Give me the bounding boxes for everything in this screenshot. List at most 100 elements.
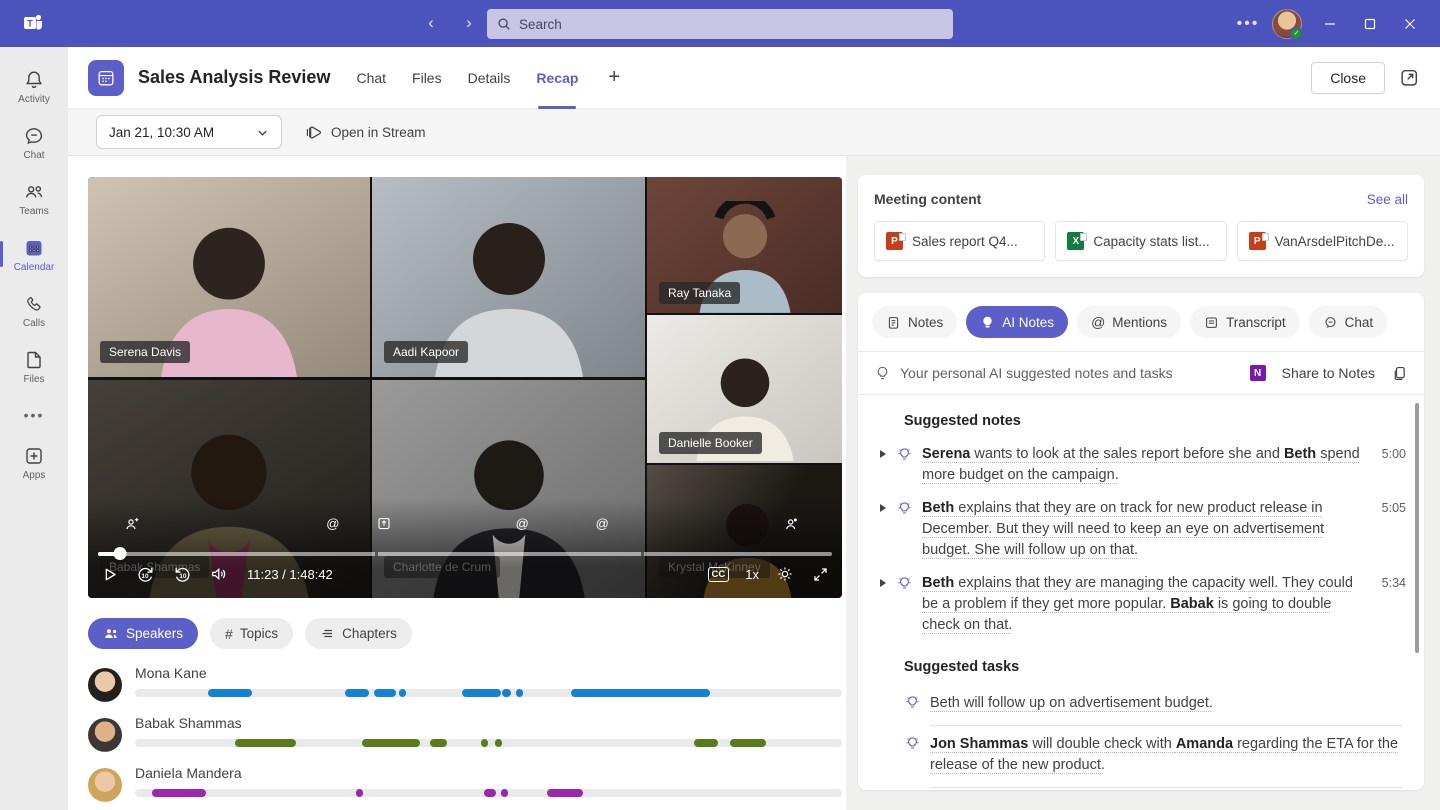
- note-timestamp[interactable]: 5:00: [1364, 447, 1406, 461]
- note-timestamp[interactable]: 5:34: [1364, 576, 1406, 590]
- sidebar-item-calls[interactable]: Calls: [0, 283, 68, 339]
- filter-chapters[interactable]: Chapters: [305, 618, 412, 649]
- play-button[interactable]: [100, 565, 119, 584]
- timeline-segment: [694, 739, 718, 747]
- onenote-icon: N: [1250, 365, 1266, 381]
- expand-caret-icon[interactable]: [880, 579, 896, 587]
- person-marker-icon[interactable]: [783, 516, 799, 532]
- copy-icon[interactable]: [1391, 365, 1408, 382]
- expand-caret-icon[interactable]: [880, 504, 896, 512]
- video-tile-danielle[interactable]: Danielle Booker: [647, 315, 842, 463]
- meeting-calendar-icon: [88, 60, 124, 96]
- close-button[interactable]: Close: [1311, 62, 1385, 94]
- suggested-notes-title: Suggested notes: [904, 413, 1406, 429]
- hash-icon: #: [225, 626, 233, 642]
- participant-name: Danielle Booker: [659, 432, 762, 454]
- sidebar-item-files[interactable]: Files: [0, 339, 68, 395]
- teams-people-icon: [23, 181, 45, 203]
- tab-chat[interactable]: Chat: [1309, 306, 1388, 338]
- tab-recap[interactable]: Recap: [536, 47, 578, 109]
- speaker-name: Babak Shammas: [135, 715, 842, 731]
- mention-marker-icon[interactable]: @: [596, 516, 609, 531]
- tab-details[interactable]: Details: [468, 47, 511, 109]
- open-in-stream-button[interactable]: Open in Stream: [304, 123, 426, 142]
- volume-icon[interactable]: [209, 564, 229, 584]
- tab-ai-notes[interactable]: AI Notes: [966, 306, 1068, 338]
- add-tab-button[interactable]: +: [608, 66, 620, 89]
- more-horizontal-icon: •••: [24, 407, 45, 423]
- timeline-segment: [235, 739, 297, 747]
- timeline-segment: [502, 689, 511, 697]
- video-tile-ray[interactable]: Ray Tanaka: [647, 177, 842, 313]
- sidebar-item-chat[interactable]: Chat: [0, 115, 68, 171]
- participant-name: Serena Davis: [100, 341, 190, 363]
- tab-transcript[interactable]: Transcript: [1190, 306, 1300, 338]
- popout-icon[interactable]: [1399, 67, 1420, 88]
- share-marker-icon[interactable]: [376, 516, 391, 531]
- suggested-task: Jon Shammas will double check with Amand…: [874, 726, 1406, 788]
- sidebar-item-more[interactable]: •••: [0, 395, 68, 435]
- captions-button[interactable]: CC: [708, 567, 730, 582]
- filter-speakers[interactable]: Speakers: [88, 618, 198, 649]
- presence-available-icon: ✓: [1290, 27, 1303, 40]
- nav-forward-button[interactable]: ›: [456, 10, 482, 36]
- timeline-segment: [345, 689, 369, 697]
- file-chip[interactable]: P Sales report Q4...: [874, 221, 1045, 261]
- timeline-segment: [362, 739, 420, 747]
- search-icon: [497, 17, 511, 31]
- file-chip[interactable]: P VanArsdelPitchDe...: [1237, 221, 1408, 261]
- nav-back-button[interactable]: ‹: [418, 10, 444, 36]
- sidebar-item-calendar[interactable]: Calendar: [0, 227, 68, 283]
- timeline-segment: [730, 739, 767, 747]
- stream-icon: [304, 123, 323, 142]
- file-icon: [23, 349, 45, 371]
- timeline-segment: [516, 689, 523, 697]
- tab-mentions[interactable]: @ Mentions: [1077, 306, 1181, 338]
- apps-plus-icon: [23, 445, 45, 467]
- transcript-icon: [1204, 315, 1219, 330]
- sidebar-item-apps[interactable]: Apps: [0, 435, 68, 491]
- fullscreen-icon[interactable]: [811, 565, 830, 584]
- sidebar-item-activity[interactable]: Activity: [0, 59, 68, 115]
- sidebar-item-teams[interactable]: Teams: [0, 171, 68, 227]
- mention-marker-icon[interactable]: @: [516, 516, 529, 531]
- speaker-timeline-track[interactable]: [135, 789, 842, 797]
- playback-speed-button[interactable]: 1x: [745, 567, 759, 582]
- speaker-row: Mona Kane: [88, 665, 842, 702]
- bulb-icon: [980, 315, 995, 330]
- person-add-marker-icon[interactable]: [124, 516, 140, 532]
- video-tile-aadi[interactable]: Aadi Kapoor: [372, 177, 645, 377]
- speaker-timeline-track[interactable]: [135, 689, 842, 697]
- maximize-button[interactable]: [1350, 0, 1390, 47]
- player-settings-icon[interactable]: [775, 564, 795, 584]
- speaker-timeline-track[interactable]: [135, 739, 842, 747]
- video-tile-serena[interactable]: Serena Davis: [88, 177, 370, 377]
- minimize-button[interactable]: [1310, 0, 1350, 47]
- file-chip[interactable]: X Capacity stats list...: [1055, 221, 1226, 261]
- share-to-notes-button[interactable]: N Share to Notes: [1250, 365, 1375, 381]
- note-timestamp[interactable]: 5:05: [1364, 501, 1406, 515]
- see-all-link[interactable]: See all: [1367, 192, 1408, 207]
- scrollbar-thumb[interactable]: [1415, 403, 1419, 653]
- tab-notes[interactable]: Notes: [872, 306, 957, 338]
- timeline-segment: [462, 689, 501, 697]
- mention-marker-icon[interactable]: @: [326, 516, 339, 531]
- skip-back-10-icon[interactable]: 10: [135, 564, 156, 585]
- tab-chat[interactable]: Chat: [356, 47, 386, 109]
- more-options-icon[interactable]: •••: [1232, 15, 1264, 33]
- expand-caret-icon[interactable]: [880, 450, 896, 458]
- at-icon: @: [1091, 314, 1105, 330]
- skip-forward-10-icon[interactable]: 10: [172, 564, 193, 585]
- timeline-segment: [374, 689, 396, 697]
- sparkle-bulb-icon: [896, 575, 922, 597]
- search-input[interactable]: [519, 17, 943, 32]
- avatar[interactable]: ✓: [1272, 9, 1302, 39]
- filter-topics[interactable]: # Topics: [210, 618, 293, 649]
- close-window-button[interactable]: [1390, 0, 1430, 47]
- timeline-segment: [356, 789, 363, 797]
- meeting-header: Sales Analysis Review Chat Files Details…: [68, 47, 1440, 109]
- occurrence-dropdown[interactable]: Jan 21, 10:30 AM: [96, 115, 282, 149]
- tab-files[interactable]: Files: [412, 47, 442, 109]
- task-text: Beth will follow up on advertisement bud…: [930, 693, 1402, 726]
- search-bar[interactable]: [487, 9, 953, 39]
